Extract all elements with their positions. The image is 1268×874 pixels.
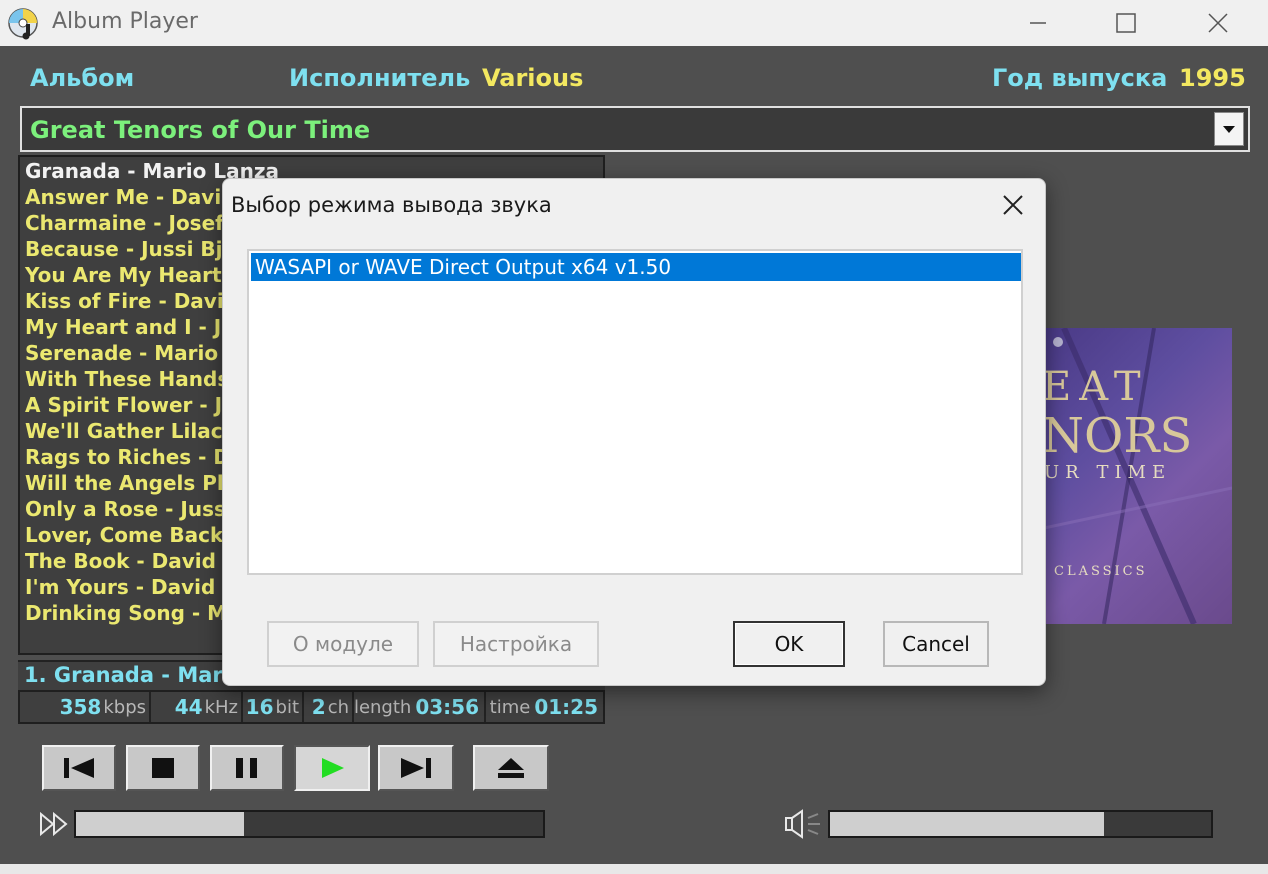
track-item[interactable]: With These Hands [25, 367, 229, 391]
bits-unit: bit [275, 696, 299, 718]
track-item[interactable]: The Book - David W [25, 549, 245, 573]
eject-button[interactable] [473, 745, 549, 791]
close-icon [1003, 195, 1023, 215]
play-button[interactable] [294, 745, 370, 791]
cover-text-1: EAT [1044, 364, 1149, 410]
album-select-value: Great Tenors of Our Time [30, 116, 371, 144]
album-label: Альбом [30, 64, 135, 92]
time-cell: time 01:25 [486, 692, 603, 722]
track-item[interactable]: Charmaine - Josef [25, 211, 224, 235]
skip-back-icon [64, 758, 94, 778]
about-module-button[interactable]: О модуле [267, 621, 419, 667]
album-cover: EAT NORS UR TIME CLASSICS [1044, 328, 1232, 624]
now-playing-text: 1. Granada - Mario [24, 663, 245, 687]
track-item[interactable]: I'm Yours - David [25, 575, 215, 599]
samplerate-cell: 44 kHz [151, 692, 243, 722]
track-item[interactable]: Only a Rose - Juss [25, 497, 226, 521]
eject-icon [498, 758, 524, 778]
cover-text-2: NORS [1044, 408, 1193, 464]
play-icon [322, 758, 344, 778]
app-disc-icon [6, 6, 40, 40]
track-item[interactable]: Answer Me - David [25, 185, 236, 209]
seek-progress [76, 812, 245, 836]
dialog-close-button[interactable] [991, 185, 1035, 225]
skip-forward-icon [401, 758, 431, 778]
cover-text-3: UR TIME [1044, 462, 1172, 483]
previous-button[interactable] [42, 745, 116, 791]
stop-button[interactable] [126, 745, 200, 791]
track-item[interactable]: A Spirit Flower - Ju [25, 393, 236, 417]
track-item[interactable]: Serenade - Mario [25, 341, 218, 365]
ok-button[interactable]: OK [733, 621, 845, 667]
seek-icon [38, 810, 72, 838]
volume-slider[interactable] [828, 810, 1213, 838]
year-value: 1995 [1179, 64, 1246, 92]
track-item[interactable]: You Are My Heart [25, 263, 222, 287]
stream-info-bar: 358 kbps 44 kHz 16 bit 2 ch length 03:56 time… [18, 690, 605, 724]
pause-icon [236, 758, 257, 778]
samplerate-unit: kHz [204, 696, 238, 718]
length-label: length [353, 696, 412, 718]
album-dropdown-button[interactable] [1214, 112, 1244, 146]
time-label: time [489, 696, 531, 718]
pause-button[interactable] [210, 745, 284, 791]
channels-unit: ch [327, 696, 349, 718]
close-window-button[interactable] [1172, 0, 1264, 46]
output-plugin-list[interactable]: WASAPI or WAVE Direct Output x64 v1.50 [247, 249, 1023, 575]
dialog-title: Выбор режима вывода звука [231, 193, 552, 217]
stop-icon [152, 758, 174, 778]
volume-level [830, 812, 1105, 836]
length-value: 03:56 [415, 695, 479, 719]
time-value: 01:25 [534, 695, 598, 719]
channels-cell: 2 ch [304, 692, 354, 722]
year-label: Год выпуска [992, 64, 1168, 92]
cover-text-4: CLASSICS [1054, 564, 1148, 579]
bitrate-value: 358 [59, 695, 102, 719]
track-item[interactable]: Drinking Song - M [25, 601, 227, 625]
track-item[interactable]: Rags to Riches - D [25, 445, 230, 469]
speaker-icon[interactable] [782, 808, 826, 840]
artist-label: Исполнитель [289, 64, 471, 92]
track-item[interactable]: Will the Angels Pla [25, 471, 237, 495]
track-item[interactable]: We'll Gather Lilacs [25, 419, 235, 443]
seek-slider[interactable] [74, 810, 545, 838]
album-select[interactable]: Great Tenors of Our Time [20, 106, 1250, 152]
maximize-button[interactable] [1080, 0, 1172, 46]
artist-value: Various [482, 64, 584, 92]
length-cell: length 03:56 [354, 692, 486, 722]
samplerate-value: 44 [174, 695, 203, 719]
next-button[interactable] [378, 745, 454, 791]
minimize-button[interactable] [992, 0, 1084, 46]
bitrate-unit: kbps [103, 696, 146, 718]
chevron-down-icon [1223, 126, 1235, 133]
output-plugin-item[interactable]: WASAPI or WAVE Direct Output x64 v1.50 [251, 253, 1021, 281]
track-item[interactable]: Kiss of Fire - David [25, 289, 238, 313]
title-bar: Album Player [0, 0, 1268, 46]
track-item[interactable]: Lover, Come Back [25, 523, 223, 547]
channels-value: 2 [311, 695, 326, 719]
output-mode-dialog: Выбор режима вывода звука WASAPI or WAVE… [222, 178, 1046, 686]
settings-button[interactable]: Настройка [433, 621, 599, 667]
bitrate-cell: 358 kbps [20, 692, 151, 722]
track-item[interactable]: My Heart and I - J [25, 315, 221, 339]
cancel-button[interactable]: Cancel [883, 621, 989, 667]
bits-cell: 16 bit [243, 692, 304, 722]
window-title: Album Player [52, 9, 198, 34]
track-item[interactable]: Because - Jussi Bj [25, 237, 223, 261]
bits-value: 16 [245, 695, 274, 719]
